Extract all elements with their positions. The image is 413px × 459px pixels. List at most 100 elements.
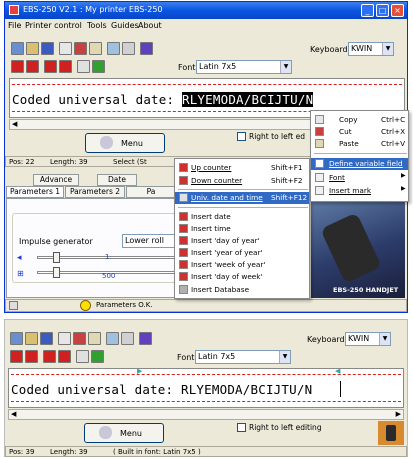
chevron-down-icon[interactable]: ▼ [280, 61, 291, 73]
menu-button[interactable]: Menu [84, 423, 164, 443]
horizontal-scrollbar[interactable]: ◀ ▶ [8, 409, 404, 420]
edit-icon[interactable] [106, 332, 119, 345]
chevron-down-icon[interactable]: ▼ [379, 333, 390, 345]
gears-icon [99, 426, 112, 439]
menu-item-shortcut: Ctrl+X [381, 127, 406, 136]
info-icon[interactable] [91, 350, 104, 363]
title-bar[interactable]: EBS-250 V2.1 : My printer EBS-250 _ □ × [5, 2, 407, 19]
menu-printer-control[interactable]: Printer control [25, 21, 82, 30]
window-title: EBS-250 V2.1 : My printer EBS-250 [23, 5, 163, 14]
tab-parameters-2[interactable]: Parameters 2 [65, 186, 125, 198]
slider-thumb-1[interactable] [53, 252, 60, 263]
menu-item-copy[interactable]: Copy Ctrl+C [311, 114, 408, 125]
receive-icon[interactable] [58, 350, 71, 363]
menu-item-insert-date[interactable]: Insert date [175, 211, 309, 222]
handjet-thumbnail [378, 421, 404, 445]
paste-icon[interactable] [88, 332, 101, 345]
menu-item-shortcut: Shift+F2 [271, 176, 303, 185]
menu-item-insert-day-of-week[interactable]: Insert 'day of week' [175, 271, 309, 282]
menu-item-paste[interactable]: Paste Ctrl+V [311, 138, 408, 149]
menu-item-down-counter[interactable]: Down counter Shift+F2 [175, 175, 309, 186]
print-icon[interactable] [10, 350, 23, 363]
font-select[interactable]: Latin 7x5 ▼ [195, 350, 291, 364]
chevron-down-icon[interactable]: ▼ [382, 43, 393, 55]
menu-file[interactable]: File [8, 21, 21, 30]
impulse-select[interactable]: Lower roll [122, 234, 182, 248]
print-preview-icon[interactable] [26, 60, 39, 73]
pen-icon[interactable] [139, 332, 152, 345]
scroll-left-icon[interactable]: ◀ [11, 410, 16, 418]
editor-text-selected[interactable]: RLYEMODA/BCIJTU/N [181, 92, 314, 107]
keyboard-select[interactable]: KWIN ▼ [348, 42, 394, 56]
font-label: Font [178, 63, 196, 72]
menu-item-shortcut: Shift+F12 [271, 193, 308, 202]
scroll-left-icon[interactable]: ◀ [12, 120, 17, 128]
menu-item-font[interactable]: Font ▶ [311, 172, 408, 183]
font-select[interactable]: Latin 7x5 ▼ [196, 60, 292, 74]
right-to-left-checkbox[interactable] [237, 132, 246, 141]
menu-button[interactable]: Menu [85, 133, 165, 153]
menu-button-label: Menu [121, 139, 143, 148]
copy-icon[interactable] [58, 332, 71, 345]
cut-icon[interactable] [73, 332, 86, 345]
tab-date-label: Date [108, 175, 126, 184]
printer-icon[interactable] [76, 350, 89, 363]
cut-icon[interactable] [74, 42, 87, 55]
menu-bar: File Printer control Tools Guides About [5, 19, 407, 32]
menu-about[interactable]: About [138, 21, 162, 30]
menu-item-label: Down counter [191, 176, 243, 185]
chevron-down-icon[interactable]: ▼ [279, 351, 290, 363]
right-to-left-checkbox[interactable] [237, 423, 246, 432]
save-icon[interactable] [41, 42, 54, 55]
editor-text[interactable]: Coded universal date: RLYEMODA/BCIJTU/N [12, 92, 314, 107]
receive-icon[interactable] [59, 60, 72, 73]
menu-item-insert-week-of-year[interactable]: Insert 'week of year' [175, 259, 309, 270]
printer-icon[interactable] [77, 60, 90, 73]
tab-parameters-1[interactable]: Parameters 1 [6, 186, 64, 198]
menu-item-insert-day-of-year[interactable]: Insert 'day of year' [175, 235, 309, 246]
slider-thumb-2[interactable] [53, 267, 60, 278]
open-icon[interactable] [25, 332, 38, 345]
menu-item-define-variable-field[interactable]: Define variable field [311, 158, 408, 170]
editor-text[interactable]: Coded universal date: RLYEMODA/BCIJTU/N [11, 382, 312, 397]
tab-parameters-3[interactable]: Pa [126, 186, 176, 198]
menu-item-cut[interactable]: Cut Ctrl+X [311, 126, 408, 137]
new-icon[interactable] [10, 332, 23, 345]
send-icon[interactable] [44, 60, 57, 73]
menu-item-insert-year-of-year[interactable]: Insert 'year of year' [175, 247, 309, 258]
context-menu: Copy Ctrl+C Cut Ctrl+X Paste Ctrl+V Defi… [310, 110, 409, 202]
info-icon[interactable] [92, 60, 105, 73]
minimize-button[interactable]: _ [361, 4, 374, 17]
send-icon[interactable] [43, 350, 56, 363]
save-icon[interactable] [40, 332, 53, 345]
new-icon[interactable] [11, 42, 24, 55]
copy-icon[interactable] [59, 42, 72, 55]
keyboard-label: Keyboard [310, 45, 348, 54]
scroll-right-icon[interactable]: ▶ [396, 410, 401, 418]
keyboard-select[interactable]: KWIN ▼ [345, 332, 391, 346]
pen-icon[interactable] [140, 42, 153, 55]
status-font: ( Built in font: Latin 7x5 ) [113, 448, 201, 456]
maximize-button[interactable]: □ [376, 4, 389, 17]
menu-tools[interactable]: Tools [87, 21, 107, 30]
tab-advance[interactable]: Advance [33, 174, 79, 186]
menu-item-univ-date[interactable]: Univ. date and time Shift+F12 [175, 192, 309, 204]
open-icon[interactable] [26, 42, 39, 55]
print-icon[interactable] [11, 60, 24, 73]
tab-date[interactable]: Date [97, 174, 137, 186]
close-button[interactable]: × [391, 4, 404, 17]
menu-item-shortcut: Shift+F1 [271, 163, 303, 172]
menu-item-up-counter[interactable]: Up counter Shift+F1 [175, 162, 309, 173]
slider-value-2: 500 [102, 272, 116, 280]
menu-item-insert-time[interactable]: Insert time [175, 223, 309, 234]
check-icon[interactable] [121, 332, 134, 345]
menu-item-insert-mark[interactable]: Insert mark ▶ [311, 185, 408, 196]
check-icon[interactable] [122, 42, 135, 55]
menu-item-label: Insert 'day of year' [191, 236, 260, 245]
menu-guides[interactable]: Guides [111, 21, 139, 30]
menu-item-insert-database[interactable]: Insert Database [175, 284, 309, 295]
print-preview-icon[interactable] [25, 350, 38, 363]
edit-icon[interactable] [107, 42, 120, 55]
paste-icon[interactable] [89, 42, 102, 55]
text-editor[interactable]: ▶ ◀ Coded universal date: RLYEMODA/BCIJT… [8, 367, 404, 408]
